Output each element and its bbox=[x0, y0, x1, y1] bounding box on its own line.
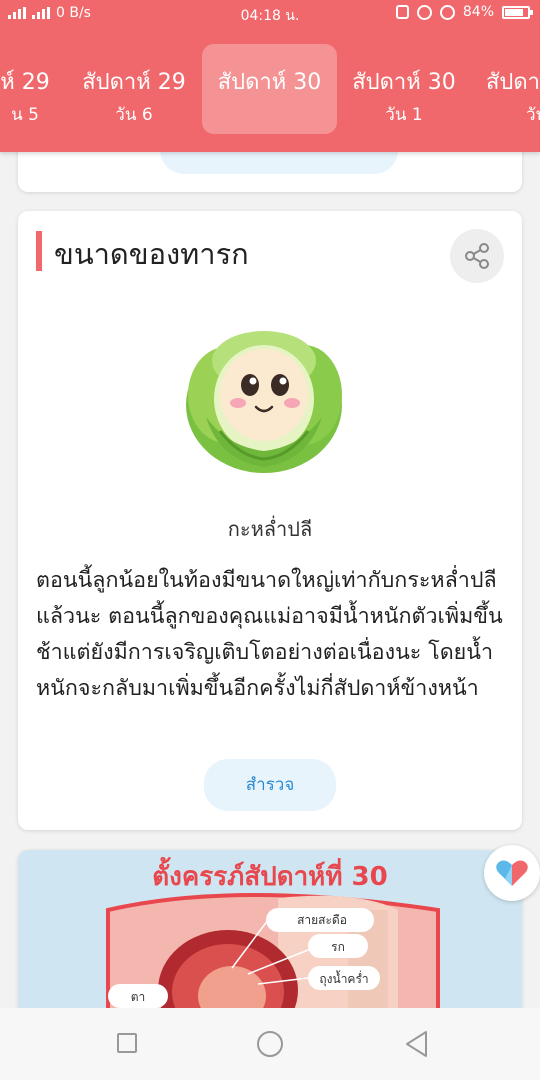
tab-week-29-day-6[interactable]: สัปดาห์ 29 วัน 6 bbox=[72, 44, 196, 134]
share-button[interactable] bbox=[450, 229, 504, 283]
label-placenta: รก bbox=[331, 940, 345, 954]
baby-size-card: ขนาดของทารก กะหล่ำปลี ตอนนี้ลูกน้อยในท้อ… bbox=[18, 211, 522, 830]
tab-week-29-day-5[interactable]: ห์ 29 น 5 bbox=[0, 44, 70, 134]
size-description: ตอนนี้ลูกน้อยในท้องมีขนาดใหญ่เท่ากับกระห… bbox=[36, 568, 503, 701]
tab-day-label: น 5 bbox=[11, 105, 39, 125]
explore-button[interactable]: สำรวจ bbox=[204, 759, 336, 811]
tab-week-label: สัปดาห์ 29 bbox=[82, 70, 186, 95]
card-title: ขนาดของทารก bbox=[54, 237, 249, 271]
status-bar: 0 B/s 04:18 น. 84% bbox=[0, 0, 540, 28]
cabbage-illustration bbox=[186, 331, 342, 473]
back-button[interactable] bbox=[404, 1030, 428, 1058]
tab-week-31[interactable]: สัปดา วัน bbox=[476, 44, 540, 134]
week-tabs: ห์ 29 น 5 สัปดาห์ 29 วัน 6 สัปดาห์ 30 สั… bbox=[0, 44, 540, 136]
system-navigation-bar bbox=[0, 1008, 540, 1080]
recent-apps-button[interactable] bbox=[117, 1033, 137, 1053]
favorite-button[interactable] bbox=[484, 845, 540, 901]
app-header: 0 B/s 04:18 น. 84% ห์ 29 น 5 สัปดาห์ 29 … bbox=[0, 0, 540, 152]
tab-day-label: วัน bbox=[526, 105, 540, 125]
tab-day-label: วัน 6 bbox=[115, 105, 153, 125]
tab-day-label: วัน 1 bbox=[385, 105, 423, 125]
battery-icon bbox=[502, 5, 533, 19]
produce-name: กะหล่ำปลี bbox=[227, 517, 313, 541]
share-icon bbox=[465, 243, 489, 269]
label-eye: ตา bbox=[130, 990, 146, 1004]
tab-week-label: ห์ 29 bbox=[0, 70, 50, 95]
label-umbilical-cord: สายสะดือ bbox=[297, 913, 347, 927]
illustration-heading: ตั้งครรภ์สัปดาห์ที่ 30 bbox=[152, 862, 388, 892]
battery-percent: 84% bbox=[462, 4, 494, 20]
tab-week-label: สัปดา bbox=[486, 70, 540, 95]
title-accent-bar bbox=[36, 231, 42, 271]
tab-week-label: สัปดาห์ 30 bbox=[352, 70, 456, 95]
data-saver-icon bbox=[416, 4, 432, 20]
tab-week-30-current[interactable]: สัปดาห์ 30 bbox=[202, 44, 337, 134]
heart-icon bbox=[496, 860, 528, 886]
home-button[interactable] bbox=[257, 1031, 283, 1057]
label-amniotic-sac: ถุงน้ำคร่ำ bbox=[319, 972, 369, 986]
week-illustration-card[interactable]: ตั้งครรภ์สัปดาห์ที่ 30 สายสะดือ รก ถุงน้… bbox=[18, 850, 522, 1020]
tab-week-label: สัปดาห์ 30 bbox=[217, 70, 322, 95]
mute-icon bbox=[395, 5, 409, 19]
tab-week-30-day-1[interactable]: สัปดาห์ 30 วัน 1 bbox=[342, 44, 466, 134]
alarm-icon bbox=[439, 4, 455, 20]
